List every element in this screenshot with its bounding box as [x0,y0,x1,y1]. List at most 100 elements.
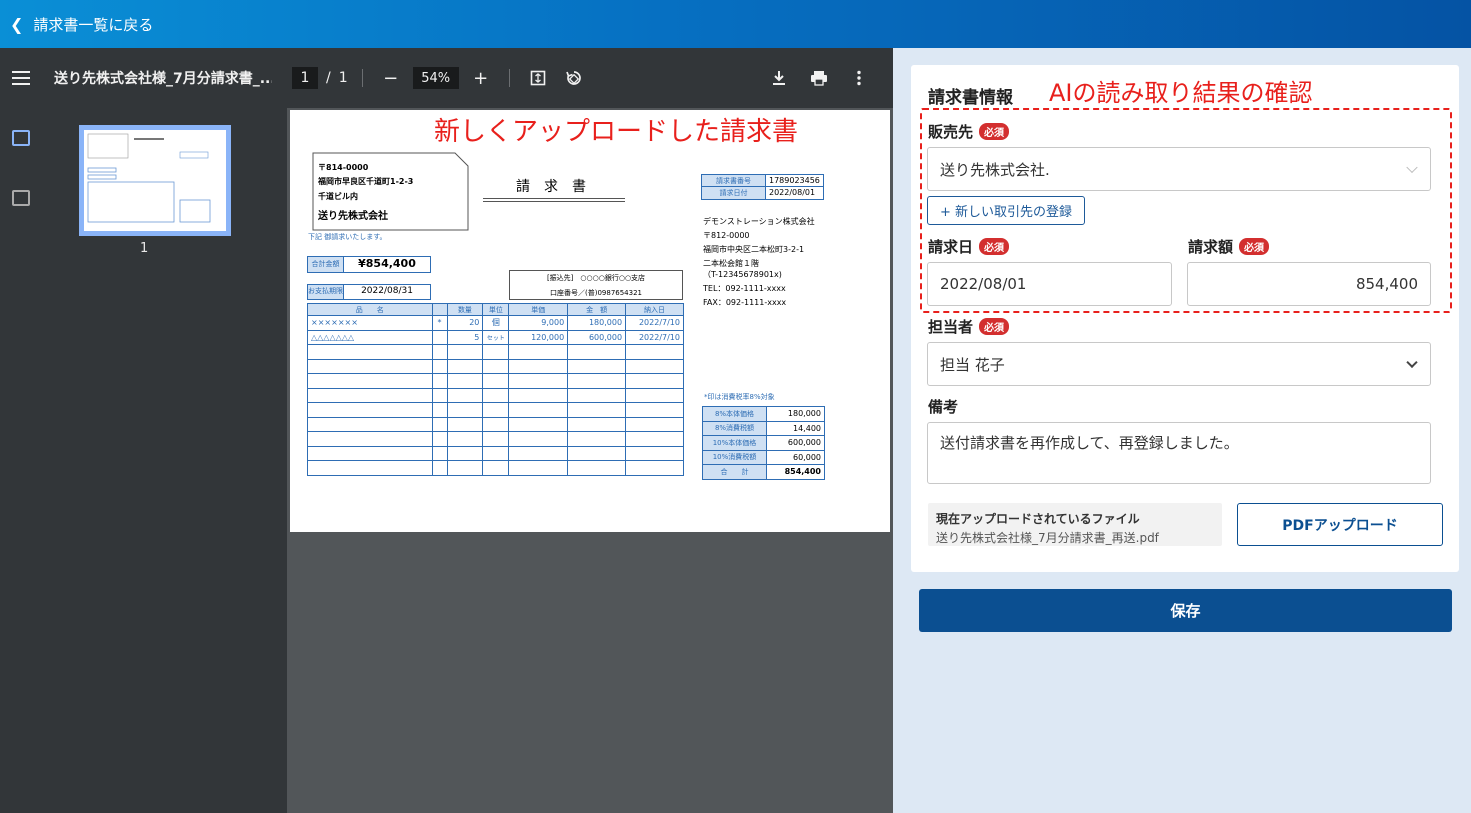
table-row [307,344,684,360]
person-value: 担当 花子 [940,355,1005,374]
date-label-text: 請求日 [928,238,974,256]
required-badge: 必須 [1239,238,1270,255]
tax-summary-table: 8%本体価格 180,000 8%消費税額 14,400 10%本体価格 600,00… [702,406,825,480]
cell: 20 [446,315,484,331]
col-header: 金 額 [567,303,627,316]
issuer-line: 福岡市中央区二本松町3-2-1 [703,245,805,254]
cell: 180,000 [766,406,825,422]
download-icon[interactable] [765,64,793,92]
cell: 10%消費税額 [702,449,767,465]
cell: * [431,315,448,331]
top-bar: ❮ 請求書一覧に戻る [0,0,1471,48]
page-total: 1 [338,70,348,86]
vendor-label-text: 販売先 [928,123,974,141]
note-label-text: 備考 [928,398,959,416]
issuer-block: デモンストレーション株式会社 〒812-0000 福岡市中央区二本松町3-2-1… [703,216,815,311]
recipient-postal: 〒814-0000 [318,163,369,172]
amount-label-text: 請求額 [1188,238,1234,256]
tax-note: *印は消費税率8%対象 [704,393,775,401]
recipient-address-2: 千道ビル内 [318,192,358,201]
zoom-out-button[interactable]: − [377,64,405,92]
table-row [307,460,684,476]
issuer-line: FAX：092-1111-xxxx [703,298,787,307]
table-row: ××××××× * 20 個 9,000 180,000 2022/7/10 [307,315,684,331]
current-file-heading: 現在アップロードされているファイル [936,512,1140,526]
table-row: △△△△△△△ 5 セット 120,000 600,000 2022/7/10 [307,329,684,345]
ai-result-annotation: AIの読み取り結果の確認 [1049,79,1313,107]
cell: 854,400 [766,464,825,480]
items-table: 品 名 数量 単位 単価 金 額 納入日 ××××××× * 20 個 9,00… [307,303,684,476]
cell [431,329,448,345]
table-row [307,373,684,389]
invoice-meta-box: 請求書番号 1789023456 請求日付 2022/08/01 [701,174,824,200]
invoice-date-value: 2022/08/01 [940,275,1027,293]
cell: 8%本体価格 [702,406,767,422]
form-title: 請求書情報 [928,88,1013,108]
col-header: 納入日 [625,303,684,316]
col-header: 単価 [508,303,569,316]
zoom-input[interactable]: 54% [412,67,459,89]
cell: 600,000 [567,329,627,345]
amount-label: 請求額 必須 [1188,236,1270,257]
date-label: 請求日 必須 [928,236,1010,257]
table-row: 8%消費税額 14,400 [702,420,825,436]
save-button[interactable]: 保存 [919,589,1452,632]
due-date-box: お支払期限 2022/08/31 [307,284,431,300]
cell: 9,000 [508,315,569,331]
outline-view-icon[interactable] [12,190,30,206]
page-thumbnail[interactable] [79,125,231,236]
new-vendor-button[interactable]: + 新しい取引先の登録 [927,196,1085,225]
col-header: 品 名 [307,303,433,316]
pdf-upload-button[interactable]: PDFアップロード [1237,503,1443,546]
vendor-select[interactable]: 送り先株式会社. [927,147,1431,191]
total-label: 合計金額 [308,257,344,272]
back-to-list-link[interactable]: 請求書一覧に戻る [33,14,153,35]
fit-page-icon[interactable] [524,64,552,92]
table-row: 8%本体価格 180,000 [702,406,825,422]
note-textarea[interactable]: 送付請求書を再作成して、再登録しました。 [927,422,1431,484]
cell: 2022/7/10 [625,315,684,331]
person-select[interactable]: 担当 花子 [927,342,1431,386]
cell: 14,400 [766,420,825,436]
upload-annotation: 新しくアップロードした請求書 [434,117,799,147]
issuer-line: 二本松会館１階 [703,259,759,268]
hamburger-menu-icon[interactable] [12,67,30,89]
vendor-value: 送り先株式会社. [940,160,1050,179]
issuer-line: （T-12345678901x) [703,270,782,279]
zoom-in-button[interactable]: + [467,64,495,92]
invoice-no-value: 1789023456 [769,176,820,185]
cell: ××××××× [307,315,433,331]
col-header [431,303,448,316]
chevron-down-icon [1406,356,1418,369]
request-note: 下記 御請求いたします。 [308,233,387,241]
invoice-date-input[interactable]: 2022/08/01 [927,262,1172,306]
thumbnail-view-icon[interactable] [12,130,30,146]
rotate-icon[interactable] [560,64,588,92]
cell: セット [482,329,510,345]
vendor-label: 販売先 必須 [928,121,1010,142]
col-header: 単位 [482,303,510,316]
pdf-filename: 送り先株式会社様_7月分請求書_... [54,71,272,87]
page-number-input[interactable]: 1 [292,67,318,89]
table-row: 10%本体価格 600,000 [702,435,825,451]
toolbar-divider [361,69,363,87]
cell: 10%本体価格 [702,435,767,451]
issuer-line: TEL：092-1111-xxxx [703,284,786,293]
more-options-icon[interactable] [845,64,873,92]
required-badge: 必須 [979,238,1010,255]
print-icon[interactable] [805,64,833,92]
total-value: ¥854,400 [358,257,416,270]
required-badge: 必須 [979,123,1010,140]
chevron-left-icon[interactable]: ❮ [10,15,23,34]
invoice-title: 請 求 書 [516,179,586,195]
current-file-name: 送り先株式会社様_7月分請求書_再送.pdf [936,531,1159,545]
table-row [307,358,684,374]
person-label-text: 担当者 [928,318,974,336]
cell: 120,000 [508,329,569,345]
invoice-amount-input[interactable]: 854,400 [1187,262,1431,306]
bank-line-1: [振込先] ○○○○銀行○○支店 [546,274,646,282]
table-row [307,402,684,418]
pdf-page: 新しくアップロードした請求書 〒814-0000 福岡市早良区千道町1-2-3 … [290,110,890,532]
due-label: お支払期限 [308,285,344,299]
thumbnail-page-number: 1 [140,241,149,256]
